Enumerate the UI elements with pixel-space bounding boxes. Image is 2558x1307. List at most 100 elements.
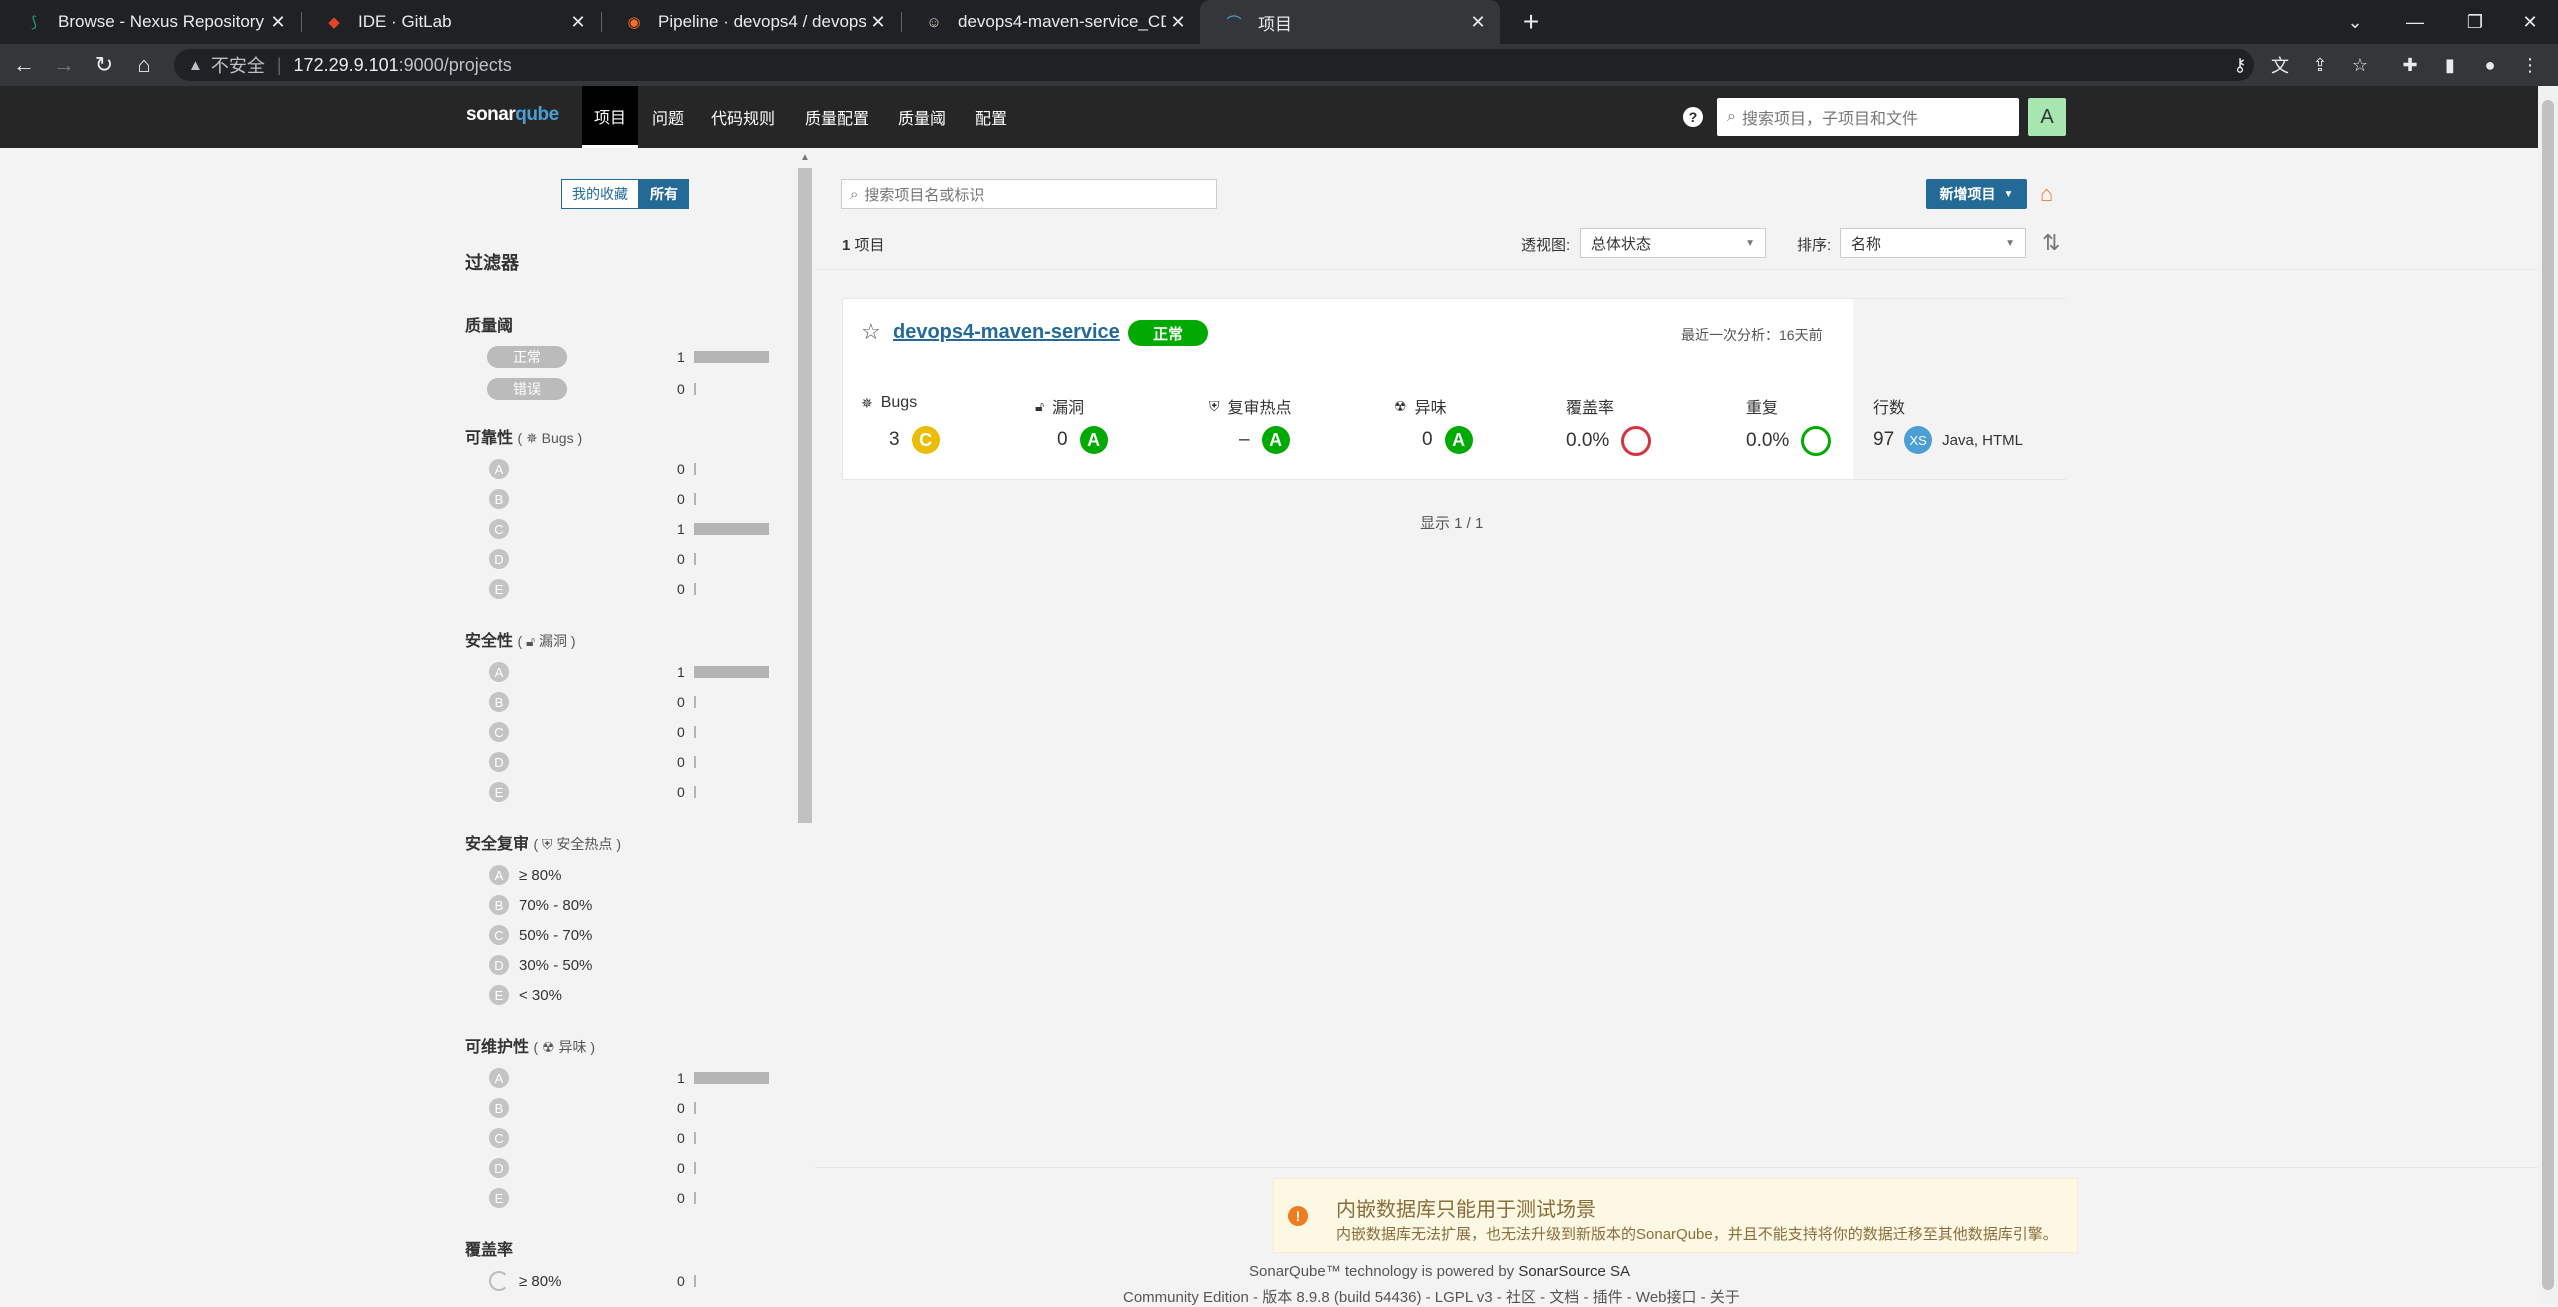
all-projects-button[interactable]: 所有	[639, 179, 689, 209]
rating-badge: B	[489, 895, 509, 915]
filter-security-title: 安全性 ( 🔓︎ 漏洞 )	[465, 633, 576, 650]
filter-row-security-2[interactable]: C0	[465, 719, 775, 745]
rating-badge: C	[489, 722, 509, 742]
filter-row-security_review-1[interactable]: B 70% - 80%	[465, 892, 775, 918]
avatar[interactable]: A	[2028, 98, 2066, 136]
rating-badge: A	[1261, 426, 1290, 454]
browser-tab-projects[interactable]: ⌒ 项目 ✕	[1200, 0, 1500, 44]
bookmark-star-icon[interactable]: ☆	[2342, 44, 2378, 86]
sort-order-icon[interactable]: ⇅	[2042, 230, 2060, 256]
key-icon[interactable]: ⚷	[2222, 44, 2258, 86]
side-panel-icon[interactable]: ▮	[2432, 44, 2468, 86]
gitlab-icon: ◆	[328, 14, 340, 31]
filter-row-reliability-3[interactable]: D0	[465, 546, 775, 572]
browser-tab-gitlab[interactable]: ◆ IDE · GitLab ✕	[300, 0, 600, 44]
restore-icon[interactable]: ❐	[2445, 0, 2505, 44]
create-project-button[interactable]: 新增项目 ▼	[1926, 179, 2027, 209]
minimize-icon[interactable]: —	[2385, 0, 2445, 44]
address-bar[interactable]: ▲ 不安全 | 172.29.9.101 :9000/projects	[174, 49, 2254, 81]
close-window-icon[interactable]: ✕	[2500, 0, 2558, 44]
project-name-link[interactable]: devops4-maven-service	[893, 321, 1120, 344]
nav-administration[interactable]: 配置	[963, 86, 1019, 148]
project-search-input[interactable]: ⌕ 搜索项目名或标识	[841, 179, 1217, 209]
filter-row-maintainability-1[interactable]: B0	[465, 1095, 775, 1121]
close-icon[interactable]: ✕	[566, 12, 590, 33]
rating-badge: E	[489, 985, 509, 1005]
close-icon[interactable]: ✕	[1466, 12, 1490, 33]
nav-quality-profiles[interactable]: 质量配置	[793, 86, 881, 148]
range-label: ≥ 80%	[519, 866, 562, 884]
facet-count: 0	[677, 551, 685, 567]
close-icon[interactable]: ✕	[266, 12, 290, 33]
rating-badge: A	[489, 662, 509, 682]
filter-row-maintainability-3[interactable]: D0	[465, 1155, 775, 1181]
star-icon[interactable]: ☆	[861, 319, 881, 345]
footer-links[interactable]: Community Edition - 版本 8.9.8 (build 5443…	[1123, 1286, 1740, 1307]
coverage-ring-icon	[1621, 426, 1652, 456]
filter-row-security-0[interactable]: A1	[465, 659, 775, 685]
facet-bar	[694, 523, 769, 535]
sidebar-scrollbar[interactable]: ▲	[796, 148, 814, 1303]
sonarqube-logo[interactable]: sonarqube	[466, 104, 559, 126]
facet-count: 0	[677, 1130, 685, 1146]
filter-row-security_review-0[interactable]: A ≥ 80%	[465, 862, 775, 888]
my-favorites-button[interactable]: 我的收藏	[561, 179, 639, 209]
page-scrollbar[interactable]	[2538, 86, 2558, 1303]
filter-row-maintainability-4[interactable]: E0	[465, 1185, 775, 1211]
filter-row-security-3[interactable]: D0	[465, 749, 775, 775]
filter-row-reliability-4[interactable]: E0	[465, 576, 775, 602]
filter-row-coverage[interactable]: ≥ 80% 0	[465, 1268, 775, 1294]
metric-bugs[interactable]: ✵ Bugs 3C	[861, 394, 940, 454]
translate-icon[interactable]: 文	[2262, 44, 2298, 86]
url-host: 172.29.9.101	[293, 54, 399, 75]
filter-row-security_review-2[interactable]: C 50% - 70%	[465, 922, 775, 948]
home-icon[interactable]: ⌂	[126, 44, 162, 86]
facet-count: 0	[677, 724, 685, 740]
tab-search-icon[interactable]: ⌄	[2325, 0, 2385, 44]
metric-lines[interactable]: 行数 97 XS Java, HTML	[1873, 394, 2023, 454]
nav-rules[interactable]: 代码规则	[699, 86, 787, 148]
browser-tab-pipeline[interactable]: ◉ Pipeline · devops4 / devops4- ✕	[600, 0, 900, 44]
sonarsource-link[interactable]: SonarSource SA	[1518, 1263, 1630, 1280]
new-tab-button[interactable]: +	[1519, 0, 1543, 44]
metric-duplications[interactable]: 重复 0.0%	[1746, 394, 1832, 456]
filter-row-reliability-1[interactable]: B0	[465, 486, 775, 512]
nav-projects[interactable]: 项目	[582, 86, 639, 148]
sort-select[interactable]: 名称 ▼	[1840, 228, 2026, 258]
metric-coverage[interactable]: 覆盖率 0.0%	[1566, 394, 1652, 456]
filter-row-reliability-2[interactable]: C1	[465, 516, 775, 542]
filter-row-security_review-3[interactable]: D 30% - 50%	[465, 952, 775, 978]
profile-icon[interactable]: ●	[2472, 44, 2508, 86]
filter-row-maintainability-2[interactable]: C0	[465, 1125, 775, 1151]
nav-issues[interactable]: 问题	[640, 86, 696, 148]
close-icon[interactable]: ✕	[866, 12, 890, 33]
filter-row-security_review-4[interactable]: E < 30%	[465, 982, 775, 1008]
filters-title: 过滤器	[465, 253, 519, 273]
homepage-icon[interactable]: ⌂	[2040, 181, 2053, 207]
browser-tab-jenkins[interactable]: ☺ devops4-maven-service_CD # ✕	[900, 0, 1200, 44]
filter-row-security-1[interactable]: B0	[465, 689, 775, 715]
browser-tab-nexus[interactable]: ⟆ Browse - Nexus Repository Ma ✕	[0, 0, 300, 44]
forward-icon[interactable]: →	[46, 44, 82, 86]
help-icon[interactable]: ?	[1683, 107, 1703, 127]
lock-icon: 🔓︎	[526, 633, 536, 649]
reload-icon[interactable]: ↻	[86, 44, 122, 86]
extensions-icon[interactable]: ✚	[2392, 44, 2428, 86]
rating-badge: A	[1444, 426, 1473, 454]
global-search-input[interactable]: ⌕ 搜索项目，子项目和文件	[1717, 98, 2019, 136]
metric-code-smells[interactable]: ☢︎ 异味 0A	[1394, 394, 1473, 454]
filter-row-reliability-0[interactable]: A0	[465, 456, 775, 482]
menu-kebab-icon[interactable]: ⋮	[2512, 44, 2548, 86]
project-card: ☆ devops4-maven-service 正常 最近一次分析：16天前 ✵…	[842, 298, 2066, 480]
share-icon[interactable]: ⇪	[2302, 44, 2338, 86]
perspective-select[interactable]: 总体状态 ▼	[1580, 228, 1766, 258]
metric-hotspots[interactable]: ⛨ 复审热点 – A	[1209, 394, 1292, 454]
filter-row-qg-passed[interactable]: 正常 1	[465, 344, 775, 370]
nav-quality-gates[interactable]: 质量阈	[886, 86, 958, 148]
metric-vulnerabilities[interactable]: 🔓︎ 漏洞 0A	[1035, 394, 1108, 454]
filter-row-maintainability-0[interactable]: A1	[465, 1065, 775, 1091]
filter-row-qg-error[interactable]: 错误 0	[465, 376, 775, 402]
filter-row-security-4[interactable]: E0	[465, 779, 775, 805]
close-icon[interactable]: ✕	[1166, 12, 1190, 33]
back-icon[interactable]: ←	[6, 44, 42, 86]
